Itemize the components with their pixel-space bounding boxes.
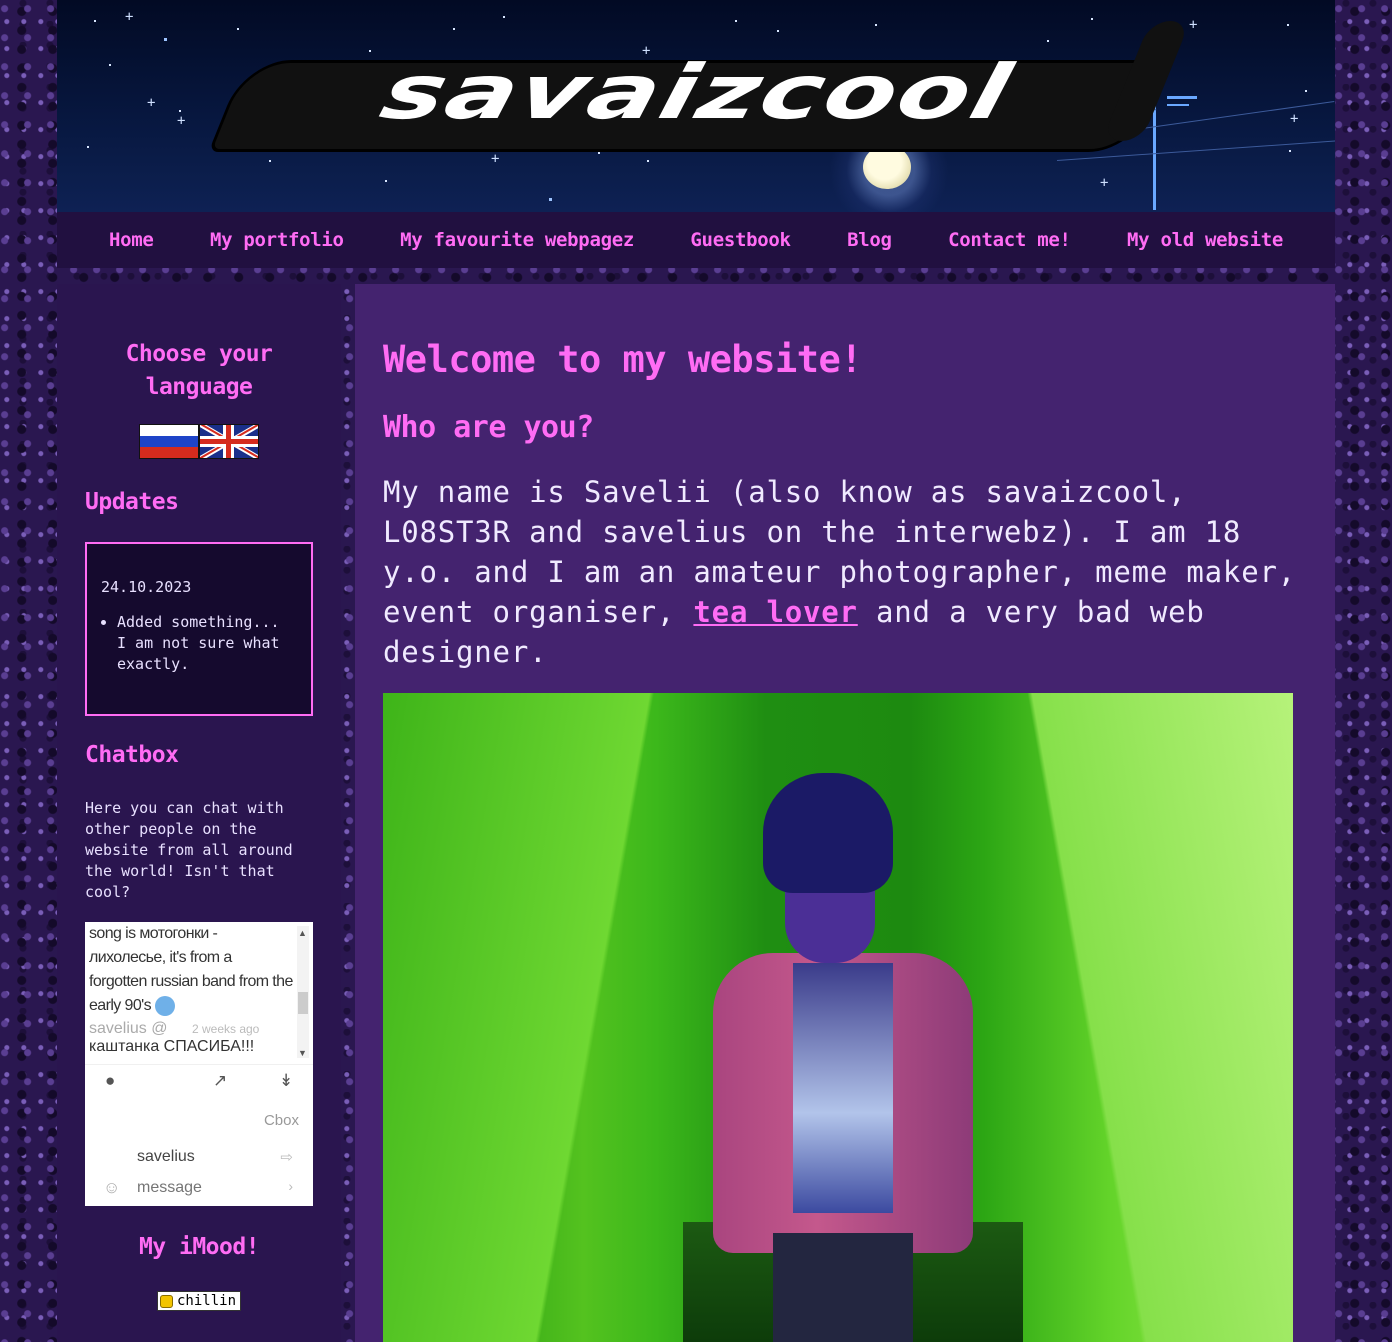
page-frame: + + + + + + + + savaizcool Home My portf…	[57, 0, 1335, 1342]
imood-status: chillin	[177, 1293, 237, 1309]
site-logo[interactable]: savaizcool	[208, 14, 1177, 152]
tea-lover-link[interactable]: tea lover	[693, 595, 857, 629]
nav-home[interactable]: Home	[109, 229, 154, 251]
chatbox-title: Chatbox	[85, 742, 179, 768]
update-date: 24.10.2023	[101, 578, 192, 596]
scroll-up-icon[interactable]: ▲	[298, 928, 307, 938]
user-icon[interactable]: ●	[105, 1071, 115, 1091]
scroll-thumb[interactable]	[298, 992, 308, 1014]
language-title: Choose your language	[125, 341, 273, 400]
flag-russia-icon[interactable]	[139, 424, 199, 459]
nav-blog[interactable]: Blog	[847, 229, 892, 251]
update-list: Added something... I am not sure what ex…	[101, 612, 297, 675]
imood-badge[interactable]: chillin	[157, 1291, 241, 1311]
portrait-photo	[383, 693, 1293, 1342]
person-figure	[713, 773, 973, 1342]
imood-title: My iMood!	[138, 1234, 260, 1260]
chatbox-scrollbar[interactable]: ▲ ▼	[297, 926, 309, 1058]
language-flags	[139, 424, 259, 459]
updates-title: Updates	[85, 489, 179, 515]
chat-at: @	[151, 1020, 168, 1037]
intro-paragraph: My name is Savelii (also know as savaizc…	[383, 475, 1296, 669]
updates-box: 24.10.2023 Added something... I am not s…	[85, 542, 313, 716]
nav-old-website[interactable]: My old website	[1127, 229, 1283, 251]
smiley-icon[interactable]: ☺	[103, 1178, 120, 1198]
update-item: Added something... I am not sure what ex…	[117, 612, 297, 675]
main-content: Welcome to my website! Who are you? My n…	[355, 284, 1335, 1342]
chat-time-ago: 2 weeks ago	[191, 1022, 260, 1036]
main-nav: Home My portfolio My favourite webpagez …	[57, 212, 1335, 268]
chatbox-messages[interactable]: song is мотогонки - лихолесье, it's from…	[85, 922, 297, 1060]
header-banner: + + + + + + + + savaizcool	[57, 0, 1335, 212]
section-heading: Who are you?	[383, 410, 594, 445]
chat-message-text: song is мотогонки - лихолесье, it's from…	[89, 925, 293, 1016]
cbox-brand-link[interactable]: Cbox	[264, 1112, 299, 1129]
double-chevron-down-icon[interactable]: ↡	[279, 1071, 293, 1091]
chat-username[interactable]: savelius	[137, 1148, 195, 1166]
chatbox-widget: song is мотогонки - лихолесье, it's from…	[85, 922, 313, 1206]
nav-portfolio[interactable]: My portfolio	[210, 229, 344, 251]
chat-author[interactable]: savelius	[89, 1020, 147, 1037]
chat-message-input[interactable]	[135, 1178, 289, 1198]
chat-message-text: каштанка СПАСИБА!!!	[89, 1038, 255, 1055]
page-title: Welcome to my website!	[383, 338, 863, 381]
chat-message-meta: savelius @ 2 weeks ago	[89, 1020, 293, 1038]
flag-uk-icon[interactable]	[199, 424, 259, 459]
chatbox-description: Here you can chat with other people on t…	[85, 799, 293, 901]
login-icon[interactable]: ⇨	[280, 1148, 293, 1166]
smiley-emoji-icon	[154, 995, 175, 1016]
nav-contact[interactable]: Contact me!	[948, 229, 1071, 251]
nav-guestbook[interactable]: Guestbook	[690, 229, 791, 251]
sidebar: Choose your language Updates 24.10.2023 …	[57, 284, 341, 1342]
nav-favourite-webpages[interactable]: My favourite webpagez	[400, 229, 634, 251]
scroll-down-icon[interactable]: ▼	[298, 1048, 307, 1058]
send-chevron-icon[interactable]: ›	[288, 1178, 293, 1194]
chatbox-toolbar: ● ↗ ↡	[85, 1064, 313, 1097]
popout-icon[interactable]: ↗	[213, 1071, 227, 1091]
imood-face-icon	[160, 1294, 173, 1308]
